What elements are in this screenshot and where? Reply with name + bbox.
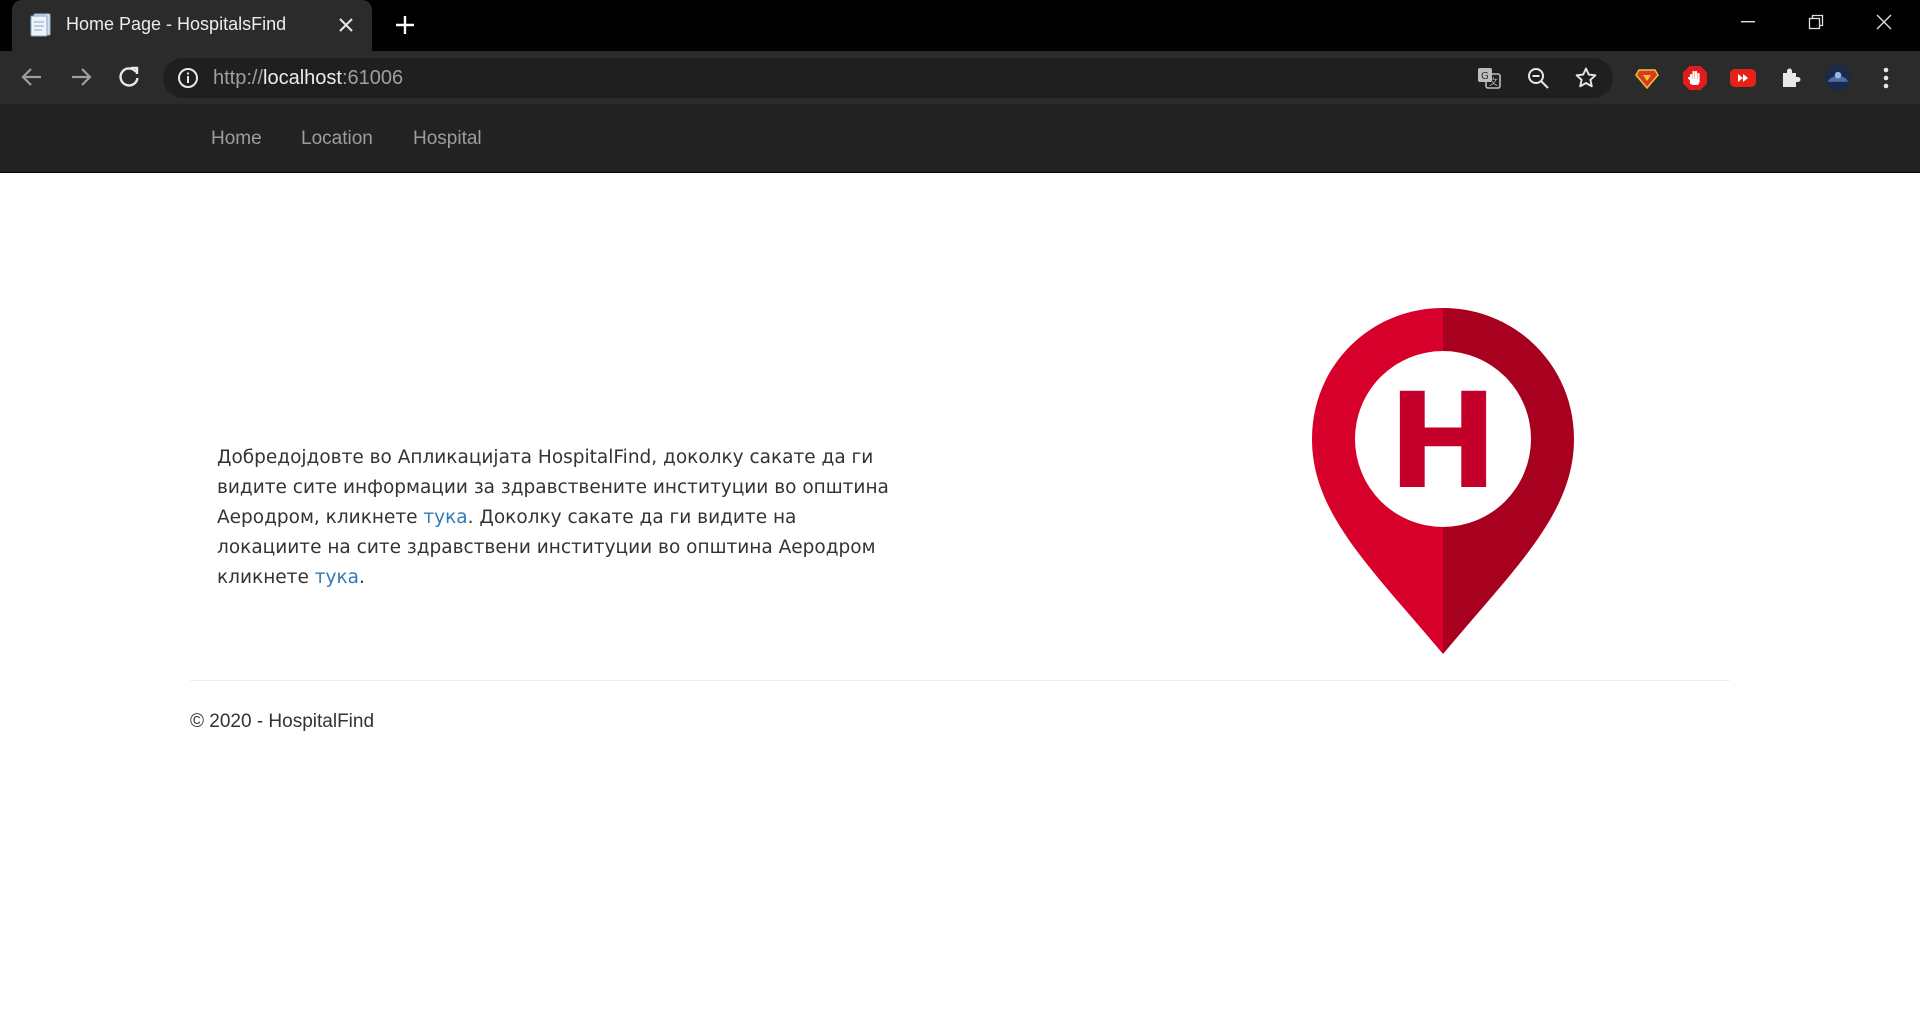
footer-divider bbox=[190, 680, 1730, 681]
zoom-out-icon[interactable] bbox=[1526, 66, 1550, 90]
restore-icon[interactable] bbox=[1782, 0, 1850, 44]
svg-text:文: 文 bbox=[1489, 76, 1498, 88]
intro-text-3: . bbox=[358, 567, 365, 588]
back-arrow-icon[interactable] bbox=[14, 59, 50, 95]
star-icon[interactable] bbox=[1574, 66, 1598, 90]
details-link[interactable]: тука bbox=[423, 507, 467, 528]
url-text[interactable]: http://localhost:61006 bbox=[213, 67, 403, 90]
site-navbar: Home Location Hospital bbox=[0, 104, 1920, 173]
browser-titlebar: Home Page - HospitalsFind bbox=[0, 0, 1920, 51]
document-favicon-icon bbox=[30, 13, 51, 37]
new-tab-icon[interactable] bbox=[392, 12, 418, 38]
nav-link-hospital[interactable]: Hospital bbox=[413, 128, 482, 150]
info-icon[interactable] bbox=[177, 67, 199, 89]
profile-avatar-icon[interactable] bbox=[1824, 64, 1852, 92]
hand-stop-extension-icon[interactable] bbox=[1681, 64, 1709, 92]
minimize-icon[interactable] bbox=[1714, 0, 1782, 44]
puzzle-extensions-icon[interactable] bbox=[1777, 64, 1805, 92]
translate-icon[interactable]: G文 bbox=[1477, 66, 1501, 90]
youtube-extension-icon[interactable] bbox=[1729, 64, 1757, 92]
superman-extension-icon[interactable] bbox=[1633, 64, 1661, 92]
kebab-menu-icon[interactable] bbox=[1872, 64, 1900, 92]
welcome-text: Добредојдовте во Апликацијата HospitalFi… bbox=[217, 443, 892, 593]
reload-icon[interactable] bbox=[111, 59, 147, 95]
url-scheme: http:// bbox=[213, 67, 264, 89]
forward-arrow-icon[interactable] bbox=[63, 59, 99, 95]
nav-link-home[interactable]: Home bbox=[211, 128, 262, 150]
browser-tab[interactable]: Home Page - HospitalsFind bbox=[12, 0, 372, 51]
footer-copyright: © 2020 - HospitalFind bbox=[190, 711, 375, 732]
svg-text:G: G bbox=[1481, 71, 1489, 82]
tab-close-icon[interactable] bbox=[334, 13, 358, 37]
url-host: localhost bbox=[263, 67, 342, 89]
logo-letter: H bbox=[1388, 365, 1498, 519]
nav-link-location[interactable]: Location bbox=[301, 128, 373, 150]
tab-title: Home Page - HospitalsFind bbox=[66, 14, 287, 34]
window-close-icon[interactable] bbox=[1850, 0, 1918, 44]
hospital-location-pin-logo: H bbox=[1312, 308, 1574, 654]
url-port: :61006 bbox=[341, 67, 404, 89]
locations-link[interactable]: тука bbox=[315, 567, 359, 588]
address-bar[interactable]: http://localhost:61006 G文 bbox=[163, 58, 1613, 98]
browser-toolbar: http://localhost:61006 G文 bbox=[0, 51, 1920, 104]
